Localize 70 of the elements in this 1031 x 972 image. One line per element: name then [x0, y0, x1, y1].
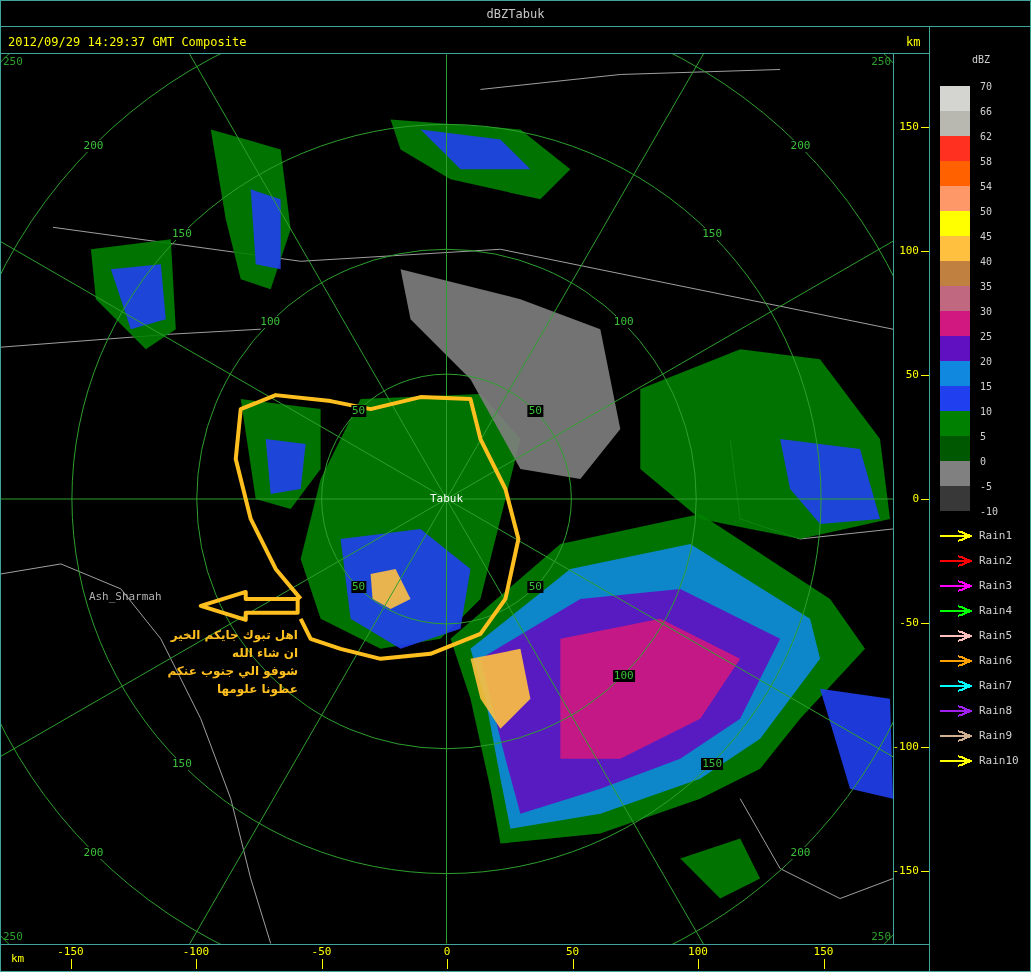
axis-tick-label: 50	[565, 944, 580, 960]
range-label: 150	[170, 758, 193, 771]
scale-label: 15	[980, 379, 993, 394]
range-label: 200	[82, 139, 105, 152]
place-label: Ash_Sharmah	[88, 589, 162, 603]
scale-label: 35	[980, 279, 993, 294]
city-label: Tabuk	[430, 492, 463, 505]
scale-title: dBZ	[972, 53, 991, 67]
scale-label: -10	[980, 504, 999, 519]
range-label: 50	[351, 581, 367, 594]
range-label: 250	[3, 55, 23, 69]
track-label: Rain5	[979, 627, 1013, 644]
range-label: 100	[612, 316, 635, 329]
range-label: 150	[701, 758, 724, 771]
axis-tick-label: 0	[912, 490, 919, 507]
scale-label: 54	[980, 179, 993, 194]
scale-label: 30	[980, 304, 993, 319]
axis-tick-label: -100	[182, 944, 210, 960]
scale-label: 25	[980, 329, 993, 344]
track-label: Rain8	[979, 702, 1013, 719]
axis-tick-label: 100	[688, 944, 708, 960]
axis-tick-label: -150	[892, 862, 919, 879]
axis-tick-label: 50	[905, 366, 919, 383]
unit-label: km	[11, 951, 25, 967]
scale-label: 50	[980, 204, 993, 219]
annotation-text: شوفو الي جنوب عنكم	[167, 663, 298, 679]
scale-label: 58	[980, 154, 993, 169]
annotation-text: اهل تبوك جايكم الخير	[170, 627, 298, 643]
range-label: 100	[259, 316, 282, 329]
axis-tick-label: -50	[899, 614, 919, 631]
axis-tick-label: 150	[899, 118, 919, 135]
range-label: 150	[701, 227, 724, 240]
scale-label: 40	[980, 254, 993, 269]
scale-label: 0	[980, 454, 987, 469]
range-label: 150	[170, 227, 193, 240]
track-label: Rain2	[979, 552, 1013, 569]
range-label: 250	[3, 930, 23, 944]
track-label: Rain6	[979, 652, 1013, 669]
axis-tick-label: 0	[443, 944, 451, 960]
track-label: Rain4	[979, 602, 1013, 619]
arrow-icon	[198, 589, 300, 622]
axis-tick-label: -150	[57, 944, 84, 960]
scale-label: 10	[980, 404, 993, 419]
range-label: 250	[871, 55, 891, 69]
range-label: 250	[871, 930, 891, 944]
track-label: Rain9	[979, 727, 1013, 744]
axis-tick-label: -50	[311, 944, 332, 960]
axis-tick-label: -100	[892, 738, 919, 755]
track-label: Rain3	[979, 577, 1013, 594]
unit-label: km	[906, 34, 921, 51]
scale-label: 20	[980, 354, 993, 369]
scale-label: -5	[980, 479, 993, 494]
range-label: 200	[789, 139, 812, 152]
range-label: 200	[82, 846, 105, 859]
range-label: 200	[789, 846, 812, 859]
axis-tick-label: 150	[813, 944, 834, 960]
track-label: Rain10	[979, 752, 1019, 769]
timestamp-label: 2012/09/29 14:29:37 GMT Composite	[8, 34, 247, 51]
track-label: Rain7	[979, 677, 1013, 694]
scale-label: 45	[980, 229, 993, 244]
range-label: 50	[527, 581, 543, 594]
scale-label: 62	[980, 129, 993, 144]
window-title: dBZTabuk	[1, 1, 1030, 27]
axis-tick-label: 100	[899, 242, 919, 259]
track-label: Rain1	[979, 527, 1013, 544]
annotation-text: عطونا علومها	[216, 681, 298, 697]
scale-label: 70	[980, 79, 993, 94]
scale-label: 5	[980, 429, 987, 444]
scale-label: 66	[980, 104, 993, 119]
annotation-text: ان شاء الله	[232, 645, 298, 661]
